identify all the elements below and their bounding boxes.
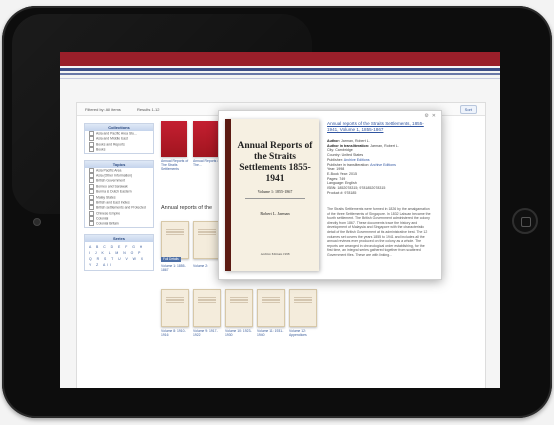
camera-icon (33, 218, 41, 226)
checkbox-icon[interactable] (89, 199, 94, 205)
series-panel: Series A B C D E F G H I J K L M N O P Q… (84, 233, 154, 271)
section-title: Annual reports of the (161, 205, 213, 211)
checkbox-icon[interactable] (89, 141, 94, 147)
book-cover[interactable] (161, 289, 189, 327)
meta-row: Product #: 978185 (327, 190, 357, 195)
large-book-cover: Annual Reports of the Straits Settlement… (225, 119, 319, 271)
tablet-frame: Filtered by: All items Results 1-12 Sort… (2, 6, 552, 418)
checkbox-icon[interactable] (89, 147, 94, 153)
alphabet-filter[interactable]: A B C D E F G H I J K L M N O P Q R S T … (85, 242, 153, 270)
book-cover[interactable] (257, 289, 285, 327)
book-cover[interactable] (225, 289, 253, 327)
book-cover[interactable] (161, 121, 187, 157)
filter-text: Filtered by: All items (85, 107, 121, 112)
checkbox-icon[interactable] (89, 210, 94, 216)
checkbox-icon[interactable] (89, 205, 94, 211)
book-metadata: Author: Jarman, Robert L. Author in tran… (327, 139, 431, 195)
cover-title: Annual Reports of the Straits Settlement… (237, 141, 313, 184)
cover-author: Robert L. Jarman (260, 211, 290, 216)
details-tag[interactable]: Full Details (161, 257, 181, 262)
book-caption[interactable]: Volume 11: 1931-1940 (257, 329, 287, 337)
checkbox-icon[interactable] (89, 189, 94, 195)
book-caption[interactable]: Volume 9: 1917-1922 (193, 329, 223, 337)
home-button[interactable] (512, 208, 538, 234)
book-title-link[interactable]: Annual reports of the Straits Settlement… (327, 121, 427, 132)
checkbox-icon[interactable] (89, 183, 94, 189)
book-cover[interactable] (193, 121, 219, 157)
checkbox-icon[interactable] (89, 178, 94, 184)
book-description: The Straits Settlements were formed in 1… (327, 207, 431, 257)
close-icon[interactable]: ✕ (432, 113, 436, 119)
collection-item[interactable]: Books (85, 147, 153, 153)
checkbox-icon[interactable] (89, 194, 94, 200)
collections-title: Collections (85, 124, 153, 131)
book-cover[interactable] (161, 221, 189, 259)
sidebar: Collections Asia and Pacific Area Stu...… (84, 123, 154, 277)
book-cover[interactable] (289, 289, 317, 327)
book-caption[interactable]: Volume 12: Appendices (289, 329, 319, 337)
results-count: Results 1-12 (137, 107, 160, 112)
book-caption[interactable]: Volume 10: 1923-1930 (225, 329, 255, 337)
book-detail-popup: ⚙ ✕ Annual Reports of the Straits Settlem… (218, 110, 442, 280)
book-caption[interactable]: Volume 8: 1910-1916 (161, 329, 191, 337)
topics-title: Topics (85, 160, 153, 168)
site-header (60, 52, 500, 66)
book-cover[interactable] (193, 221, 221, 259)
book-caption[interactable]: Volume 1: 1855-1867 (161, 264, 191, 272)
header-stripe (60, 78, 500, 79)
sort-button[interactable]: Sort (459, 105, 477, 114)
cover-volume: Volume 1: 1855-1867 (257, 189, 293, 194)
settings-icon[interactable]: ⚙ (424, 113, 428, 119)
cover-publisher: Archive Editions 1998 (260, 252, 290, 256)
cover-divider (245, 198, 305, 199)
tablet-screen: Filtered by: All items Results 1-12 Sort… (60, 52, 500, 388)
checkbox-icon[interactable] (89, 136, 94, 142)
checkbox-icon[interactable] (89, 221, 94, 227)
topic-item[interactable]: British settlements and Protected (85, 205, 153, 211)
header-stripe (60, 68, 500, 71)
checkbox-icon[interactable] (89, 216, 94, 222)
topic-item[interactable]: Colonial Britain (85, 221, 153, 227)
checkbox-icon[interactable] (89, 167, 94, 173)
topics-panel: Topics Asia Pacific Area Asia (Other Inf… (84, 159, 154, 228)
header-stripe (60, 73, 500, 75)
book-caption[interactable]: Annual Reports of The Straits Settlement… (161, 159, 191, 171)
checkbox-icon[interactable] (89, 131, 94, 136)
checkbox-icon[interactable] (89, 172, 94, 178)
popup-controls: ⚙ ✕ (421, 113, 436, 119)
series-title: Series (85, 234, 153, 242)
book-cover[interactable] (193, 289, 221, 327)
collections-panel: Collections Asia and Pacific Area Stu...… (84, 123, 154, 154)
